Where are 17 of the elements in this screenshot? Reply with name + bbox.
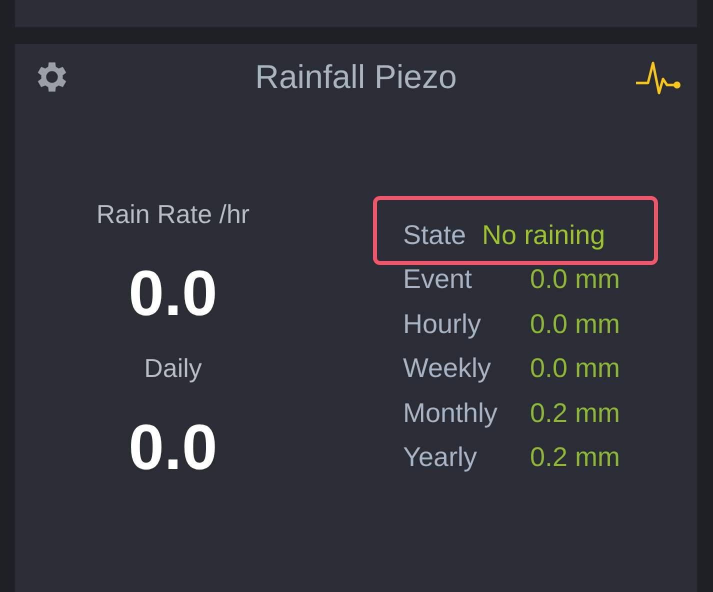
widget-title: Rainfall Piezo [255,57,457,97]
row-label: Weekly [403,353,492,384]
row-value: 0.2 mm [530,398,620,429]
reading-value: 0.0 [128,411,218,483]
reading-value: 0.0 [128,257,218,329]
row-label: Monthly [403,398,499,429]
reading-label: Rain Rate /hr [96,199,250,229]
row-value: No raining [482,220,606,251]
row-label: Yearly [403,442,478,474]
reading-label: Daily [144,353,202,383]
row-value: 0.0 mm [530,308,620,340]
row-value: 0.0 mm [530,353,620,384]
row-label: Hourly [403,308,482,340]
row-value: 0.2 mm [530,442,620,474]
row-label: State [403,220,466,251]
row-value: 0.0 mm [530,264,620,296]
row-label: Event [403,264,474,296]
